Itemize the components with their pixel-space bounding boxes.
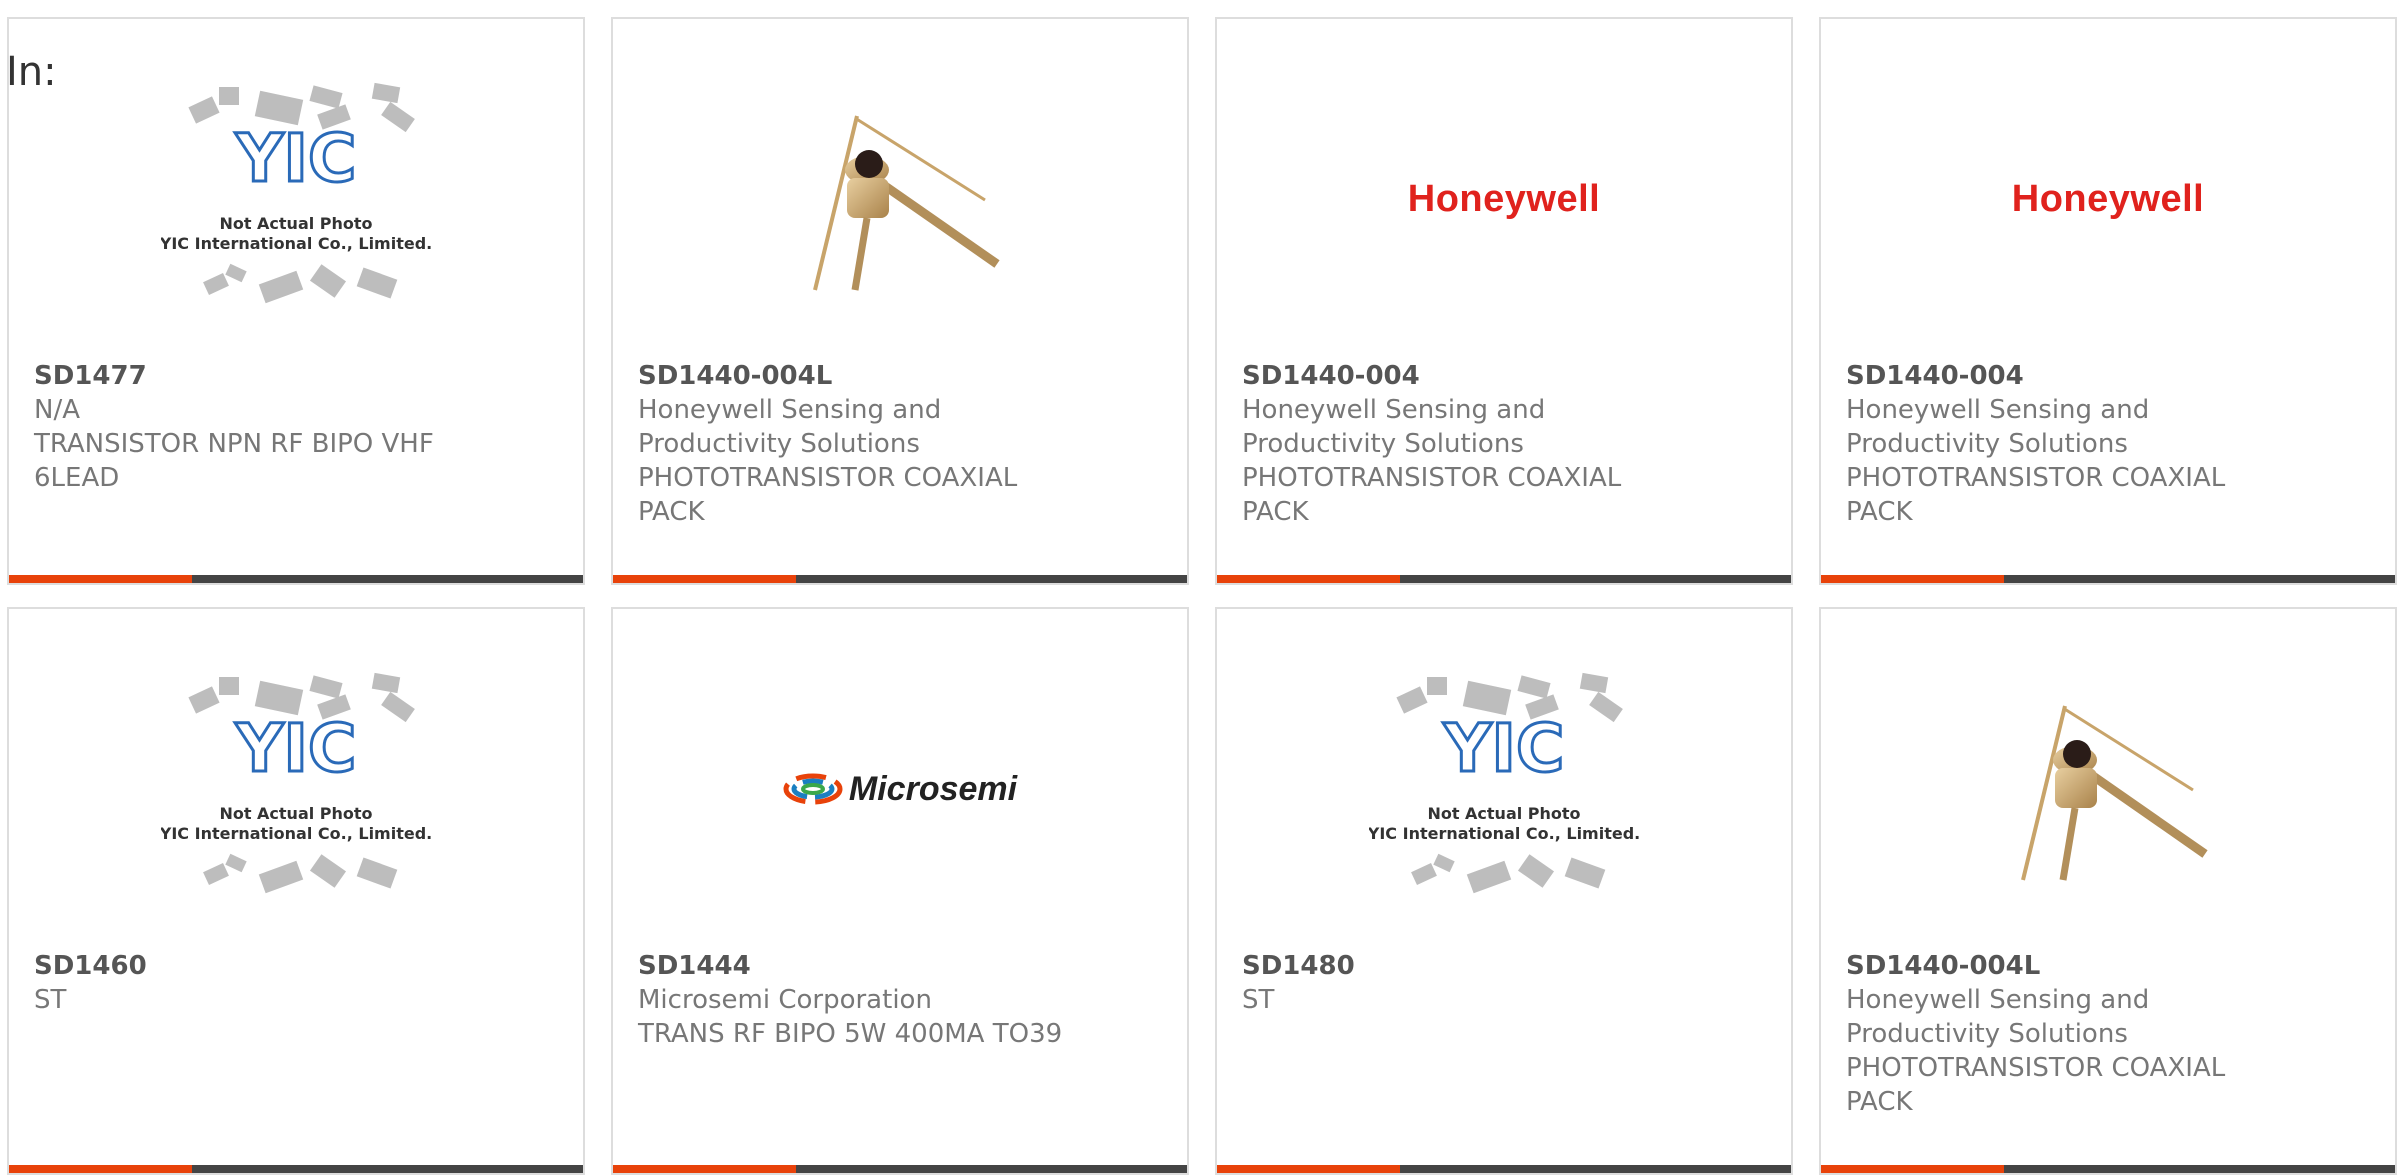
- card-accent-bar: [613, 575, 796, 583]
- manufacturer: Honeywell Sensing and Productivity Solut…: [1846, 985, 2150, 1049]
- description: PHOTOTRANSISTOR COAXIAL PACK: [1846, 1053, 2226, 1117]
- card-bottom-bar: [1821, 1165, 2395, 1173]
- product-image[interactable]: [1821, 669, 2395, 909]
- yic-placeholder-image: YIC Not Actual Photo YIC International C…: [161, 82, 431, 304]
- description: PHOTOTRANSISTOR COAXIAL PACK: [1846, 463, 2226, 527]
- card-accent-bar: [9, 1165, 192, 1173]
- product-card[interactable]: Microsemi SD1444 Microsemi Corporation T…: [611, 607, 1189, 1175]
- card-bottom-bar: [1217, 1165, 1791, 1173]
- manufacturer: ST: [34, 985, 67, 1015]
- product-card[interactable]: Honeywell SD1440-004 Honeywell Sensing a…: [1819, 17, 2397, 585]
- part-number-link[interactable]: SD1440-004: [1846, 359, 2286, 393]
- yic-placeholder-image: YIC Not Actual Photo YIC International C…: [1369, 672, 1639, 894]
- product-card[interactable]: YIC Not Actual Photo YIC International C…: [7, 607, 585, 1175]
- description: PHOTOTRANSISTOR COAXIAL PACK: [1242, 463, 1622, 527]
- product-image[interactable]: YIC Not Actual Photo YIC International C…: [9, 669, 583, 909]
- product-image[interactable]: Honeywell: [1217, 79, 1791, 319]
- phototransistor-image: [813, 115, 1000, 291]
- description: TRANS RF BIPO 5W 400MA TO39: [638, 1019, 1063, 1049]
- card-bottom-bar: [1821, 575, 2395, 583]
- description: PHOTOTRANSISTOR COAXIAL PACK: [638, 463, 1018, 527]
- product-image[interactable]: Microsemi: [613, 669, 1187, 909]
- yic-placeholder-image: YIC Not Actual Photo YIC International C…: [161, 672, 431, 894]
- card-bottom-bar: [613, 575, 1187, 583]
- phototransistor-image: [2021, 705, 2208, 881]
- placeholder-caption-1: Not Actual Photo: [219, 804, 372, 823]
- product-image[interactable]: [613, 79, 1187, 319]
- yic-logo: YIC: [235, 710, 357, 787]
- card-accent-bar: [1217, 1165, 1400, 1173]
- card-bottom-bar: [613, 1165, 1187, 1173]
- placeholder-caption-2: YIC International Co., Limited.: [161, 824, 431, 843]
- yic-logo: YIC: [1443, 710, 1565, 787]
- microsemi-wordmark: Microsemi: [848, 769, 1018, 808]
- part-number-link[interactable]: SD1480: [1242, 949, 1682, 983]
- in-label: In:: [6, 49, 57, 95]
- product-card[interactable]: YIC Not Actual Photo YIC International C…: [1215, 607, 1793, 1175]
- manufacturer: Honeywell Sensing and Productivity Solut…: [1846, 395, 2150, 459]
- placeholder-caption-2: YIC International Co., Limited.: [161, 234, 431, 253]
- manufacturer: Honeywell Sensing and Productivity Solut…: [1242, 395, 1546, 459]
- product-image[interactable]: Honeywell: [1821, 79, 2395, 319]
- product-card[interactable]: YIC Not Actual Photo YIC International C…: [7, 17, 585, 585]
- product-card[interactable]: SD1440-004L Honeywell Sensing and Produc…: [1819, 607, 2397, 1175]
- product-image[interactable]: YIC Not Actual Photo YIC International C…: [1217, 669, 1791, 909]
- description: TRANSISTOR NPN RF BIPO VHF 6LEAD: [34, 429, 434, 493]
- part-number-link[interactable]: SD1477: [34, 359, 474, 393]
- card-accent-bar: [1821, 575, 2004, 583]
- microsemi-logo: Microsemi: [783, 770, 1017, 809]
- manufacturer: ST: [1242, 985, 1275, 1015]
- honeywell-logo: Honeywell: [2011, 177, 2205, 220]
- manufacturer: N/A: [34, 395, 80, 425]
- product-card[interactable]: SD1440-004L Honeywell Sensing and Produc…: [611, 17, 1189, 585]
- product-grid: YIC Not Actual Photo YIC International C…: [0, 0, 2400, 1175]
- card-accent-bar: [613, 1165, 796, 1173]
- part-number-link[interactable]: SD1460: [34, 949, 474, 983]
- yic-logo: YIC: [235, 120, 357, 197]
- microsemi-swirl-icon: [783, 773, 843, 805]
- honeywell-logo: Honeywell: [1407, 177, 1601, 220]
- part-number-link[interactable]: SD1440-004: [1242, 359, 1682, 393]
- placeholder-caption-2: YIC International Co., Limited.: [1369, 824, 1639, 843]
- card-bottom-bar: [9, 1165, 583, 1173]
- part-number-link[interactable]: SD1444: [638, 949, 1078, 983]
- manufacturer: Honeywell Sensing and Productivity Solut…: [638, 395, 942, 459]
- part-number-link[interactable]: SD1440-004L: [638, 359, 1078, 393]
- placeholder-caption-1: Not Actual Photo: [1427, 804, 1580, 823]
- part-number-link[interactable]: SD1440-004L: [1846, 949, 2286, 983]
- placeholder-caption-1: Not Actual Photo: [219, 214, 372, 233]
- card-bottom-bar: [9, 575, 583, 583]
- card-bottom-bar: [1217, 575, 1791, 583]
- product-card[interactable]: Honeywell SD1440-004 Honeywell Sensing a…: [1215, 17, 1793, 585]
- card-accent-bar: [1217, 575, 1400, 583]
- card-accent-bar: [1821, 1165, 2004, 1173]
- card-accent-bar: [9, 575, 192, 583]
- product-image[interactable]: YIC Not Actual Photo YIC International C…: [9, 79, 583, 319]
- manufacturer: Microsemi Corporation: [638, 985, 932, 1015]
